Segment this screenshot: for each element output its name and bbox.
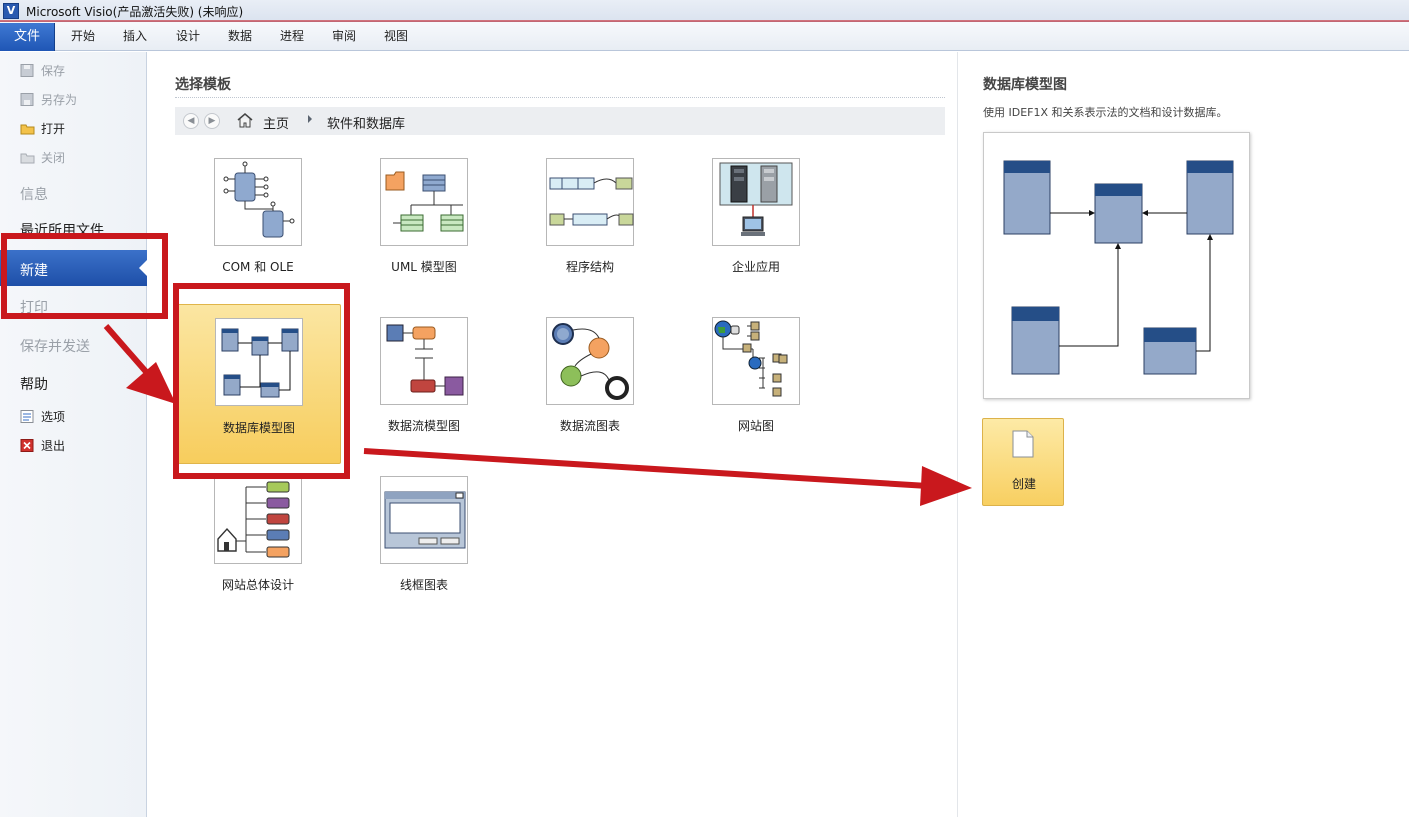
home-icon[interactable] — [237, 112, 253, 128]
template-data-flow-chart[interactable]: 数据流图表 — [507, 317, 673, 477]
nav-options[interactable]: 选项 — [20, 408, 65, 426]
wireframe-thumbnail — [380, 476, 468, 564]
template-label: UML 模型图 — [391, 260, 457, 274]
tab-view[interactable]: 视图 — [384, 27, 408, 44]
nav-help[interactable]: 帮助 — [20, 374, 48, 394]
backstage-nav: 保存 另存为 打开 关闭 信息 最近所用文件 新建 打印 保存并发送 帮助 选项… — [0, 52, 147, 817]
nav-save-as-label: 另存为 — [41, 93, 78, 107]
web-site-design-thumbnail — [214, 476, 302, 564]
preview-description: 使用 IDEF1X 和关系表示法的文档和设计数据库。 — [983, 106, 1228, 119]
nav-save-send[interactable]: 保存并发送 — [20, 336, 90, 356]
highlight-box-new — [1, 233, 168, 319]
nav-close[interactable]: 关闭 — [20, 149, 65, 167]
nav-exit-label: 退出 — [41, 439, 66, 453]
breadcrumb-current[interactable]: 软件和数据库 — [327, 113, 405, 132]
template-label: 网站图 — [737, 419, 774, 433]
nav-info[interactable]: 信息 — [20, 184, 48, 204]
preview-title: 数据库模型图 — [983, 77, 1067, 93]
title-bar: V Microsoft Visio(产品激活失败) (未响应) — [0, 0, 1409, 22]
visio-app-icon[interactable]: V — [3, 3, 19, 19]
tab-home[interactable]: 开始 — [71, 27, 95, 44]
tab-process[interactable]: 进程 — [280, 27, 304, 44]
template-label: 数据流图表 — [559, 419, 620, 433]
forward-arrow-icon[interactable]: ▶ — [204, 113, 220, 129]
template-label: 程序结构 — [565, 260, 614, 274]
options-icon — [20, 410, 34, 423]
create-button-label: 创建 — [1011, 477, 1036, 491]
template-data-flow-model[interactable]: 数据流模型图 — [341, 317, 507, 477]
template-web-site-map[interactable]: 网站图 — [673, 317, 839, 477]
open-folder-icon — [20, 124, 35, 135]
section-divider — [175, 97, 945, 98]
data-flow-model-thumbnail — [380, 317, 468, 405]
panel-divider — [957, 52, 958, 817]
template-preview — [983, 132, 1250, 399]
highlight-box-database-model — [173, 283, 350, 479]
breadcrumb: ◀ ▶ 主页 软件和数据库 — [175, 107, 945, 135]
template-label: 线框图表 — [399, 578, 448, 592]
template-web-site-design[interactable]: 网站总体设计 — [175, 476, 341, 636]
ribbon-tabs: 文件 开始 插入 设计 数据 进程 审阅 视图 — [0, 22, 1409, 51]
template-wireframe[interactable]: 线框图表 — [341, 476, 507, 636]
breadcrumb-separator-icon — [308, 115, 312, 123]
nav-options-label: 选项 — [41, 410, 66, 424]
template-enterprise[interactable]: 企业应用 — [673, 158, 839, 318]
nav-save-as[interactable]: 另存为 — [20, 91, 77, 109]
template-label: 数据流模型图 — [387, 419, 460, 433]
nav-save[interactable]: 保存 — [20, 62, 65, 80]
template-uml[interactable]: UML 模型图 — [341, 158, 507, 318]
template-label: 网站总体设计 — [221, 578, 294, 592]
breadcrumb-home[interactable]: 主页 — [263, 113, 289, 132]
window-title: Microsoft Visio(产品激活失败) (未响应) — [26, 5, 244, 19]
nav-exit[interactable]: 退出 — [20, 437, 65, 455]
back-arrow-icon[interactable]: ◀ — [183, 113, 199, 129]
program-structure-thumbnail — [546, 158, 634, 246]
nav-open[interactable]: 打开 — [20, 120, 65, 138]
nav-close-label: 关闭 — [41, 151, 66, 165]
template-label: COM 和 OLE — [222, 260, 294, 274]
nav-open-label: 打开 — [41, 122, 66, 136]
com-ole-thumbnail — [214, 158, 302, 246]
create-button[interactable]: 创建 — [982, 418, 1064, 506]
tab-data[interactable]: 数据 — [228, 27, 252, 44]
nav-save-label: 保存 — [41, 64, 66, 78]
template-label: 企业应用 — [731, 260, 780, 274]
data-flow-chart-thumbnail — [546, 317, 634, 405]
close-folder-icon — [20, 153, 35, 164]
exit-icon — [20, 439, 34, 452]
enterprise-thumbnail — [712, 158, 800, 246]
save-icon — [20, 64, 34, 77]
section-title: 选择模板 — [175, 77, 231, 93]
tab-review[interactable]: 审阅 — [332, 27, 356, 44]
tab-design[interactable]: 设计 — [176, 27, 200, 44]
web-site-map-thumbnail — [712, 317, 800, 405]
tab-insert[interactable]: 插入 — [123, 27, 147, 44]
save-as-icon — [20, 93, 34, 106]
uml-thumbnail — [380, 158, 468, 246]
new-document-icon — [1012, 430, 1034, 458]
template-program-structure[interactable]: 程序结构 — [507, 158, 673, 318]
tab-file[interactable]: 文件 — [0, 23, 55, 51]
